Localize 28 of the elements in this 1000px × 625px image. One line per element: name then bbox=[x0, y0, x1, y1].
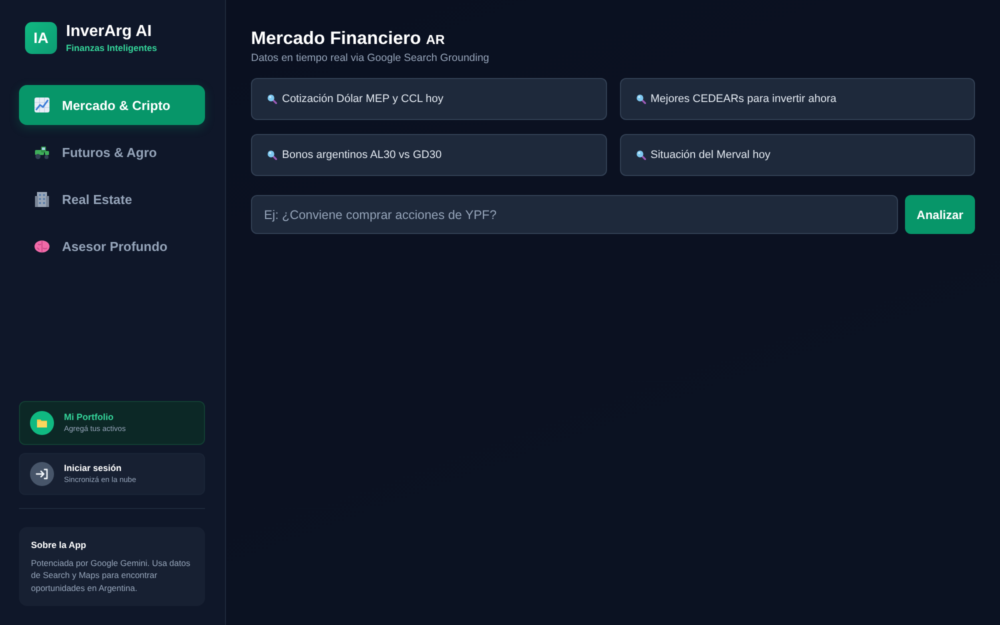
chart-icon bbox=[34, 97, 50, 113]
query-input[interactable]: Ej: ¿Conviene comprar acciones de YPF? bbox=[251, 195, 898, 234]
about-title: Sobre la App bbox=[31, 540, 88, 550]
nav-item[interactable]: Mercado & Cripto bbox=[19, 85, 205, 125]
page-title: Mercado Financiero bbox=[251, 28, 422, 49]
suggestion-button[interactable]: Situación del Merval hoy bbox=[620, 134, 975, 176]
search-icon bbox=[267, 94, 277, 104]
page-subtitle: Datos en tiempo real via Google Search Grounding bbox=[251, 52, 490, 64]
logo-tile: IA bbox=[25, 22, 57, 54]
nav-item[interactable]: Real Estate bbox=[19, 179, 205, 219]
region-label: AR bbox=[426, 32, 445, 47]
app-tagline: Finanzas Inteligentes bbox=[66, 43, 158, 53]
analyze-button[interactable]: Analizar bbox=[905, 195, 975, 234]
nav-item[interactable]: Asesor Profundo bbox=[19, 226, 205, 266]
suggestion-button[interactable]: Cotización Dólar MEP y CCL hoy bbox=[251, 78, 606, 120]
nav-item[interactable]: Futuros & Agro bbox=[19, 132, 205, 172]
folder-icon bbox=[30, 410, 54, 434]
brain-icon bbox=[34, 238, 50, 254]
search-icon bbox=[267, 150, 277, 160]
suggestion-button[interactable]: Mejores CEDEARs para invertir ahora bbox=[620, 78, 975, 120]
building-icon bbox=[34, 191, 50, 207]
about-text: Potenciada por Google Gemini. Usa datos de Search y Maps para encontrar oportunidades en Argentina. bbox=[31, 556, 192, 594]
search-icon bbox=[636, 94, 646, 104]
app-name: InverArg AI bbox=[66, 23, 153, 41]
suggestion-button[interactable]: Bonos argentinos AL30 vs GD30 bbox=[251, 134, 606, 176]
tractor-icon bbox=[34, 144, 50, 160]
search-icon bbox=[636, 150, 646, 160]
login-icon bbox=[30, 462, 54, 486]
